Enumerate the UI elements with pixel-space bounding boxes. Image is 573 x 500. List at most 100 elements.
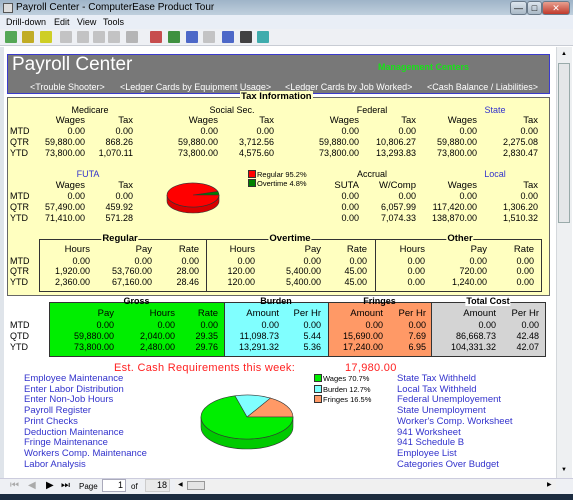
report-icon[interactable] bbox=[150, 31, 162, 43]
row-label-mtd: MTD bbox=[10, 320, 30, 330]
accrual-value: 7,074.33 bbox=[380, 213, 416, 223]
grid-icon[interactable] bbox=[168, 31, 180, 43]
edit-icon[interactable] bbox=[108, 31, 120, 43]
overtime-value: 0.00 bbox=[349, 256, 367, 266]
other-col-header: Rate bbox=[513, 244, 534, 255]
find-icon[interactable] bbox=[77, 31, 89, 43]
scroll-up-icon[interactable]: ▲ bbox=[561, 51, 567, 57]
link-941-schedule-b[interactable]: 941 Schedule B bbox=[397, 437, 464, 448]
local-value: 1,510.32 bbox=[502, 213, 538, 223]
close-button[interactable]: ✕ bbox=[542, 1, 570, 15]
overtime-value: 45.00 bbox=[344, 277, 367, 287]
scroll-down-icon[interactable]: ▼ bbox=[561, 467, 567, 473]
total-col-header: Per Hr bbox=[511, 308, 539, 319]
medicare-col-header: Wages bbox=[55, 115, 85, 126]
regular-value: 0.00 bbox=[72, 256, 90, 266]
link-enter-labor-distribution[interactable]: Enter Labor Distribution bbox=[24, 384, 124, 395]
link-categories-over-budget[interactable]: Categories Over Budget bbox=[397, 459, 499, 470]
federal-value: 13,293.83 bbox=[375, 148, 416, 158]
regular-col-header: Rate bbox=[178, 244, 199, 255]
link-state-unemployment[interactable]: State Unemployment bbox=[397, 405, 486, 416]
link-local-tax-withheld[interactable]: Local Tax Withheld bbox=[397, 384, 477, 395]
home-icon[interactable] bbox=[222, 31, 234, 43]
scroll-right-icon[interactable]: ▶ bbox=[547, 481, 552, 488]
link-worker-s-comp-worksheet[interactable]: Worker's Comp. Worksheet bbox=[397, 416, 513, 427]
trouble-shooter-link[interactable]: <Trouble Shooter> bbox=[30, 82, 105, 92]
copy-icon[interactable] bbox=[203, 31, 215, 43]
scrollbar-thumb[interactable] bbox=[558, 63, 570, 223]
burden-value: 0.00 bbox=[261, 320, 279, 330]
row-label-ytd: YTD bbox=[10, 148, 28, 158]
burden-col-header: Per Hr bbox=[293, 308, 321, 319]
drilldown-icon[interactable] bbox=[186, 31, 198, 43]
cash-requirements-label: Est. Cash Requirements this week: bbox=[114, 362, 296, 374]
link-print-checks[interactable]: Print Checks bbox=[24, 416, 78, 427]
page-number-input[interactable]: 1 bbox=[102, 479, 126, 492]
navigate-icon[interactable] bbox=[240, 31, 252, 43]
federal-value: 10,806.27 bbox=[375, 137, 416, 147]
management-centers-link[interactable]: Management Centers bbox=[378, 62, 469, 72]
link-payroll-register[interactable]: Payroll Register bbox=[24, 405, 91, 416]
link-deduction-maintenance[interactable]: Deduction Maintenance bbox=[24, 427, 124, 438]
refresh-icon[interactable] bbox=[5, 31, 17, 43]
column-divider bbox=[206, 239, 207, 292]
row-label-ytd: YTD bbox=[10, 213, 28, 223]
total-value: 104,331.32 bbox=[450, 342, 496, 352]
link-enter-non-job-hours[interactable]: Enter Non-Job Hours bbox=[24, 394, 113, 405]
overtime-value: 120.00 bbox=[227, 266, 255, 276]
social-value: 0.00 bbox=[256, 126, 274, 136]
calculator-icon[interactable] bbox=[257, 31, 269, 43]
menu-drill-down[interactable]: Drill-down bbox=[6, 17, 46, 27]
state-value: 59,880.00 bbox=[436, 137, 477, 147]
futa-col-header: Tax bbox=[118, 180, 133, 191]
other-value: 0.00 bbox=[407, 266, 425, 276]
burden-value: 13,291.32 bbox=[238, 342, 279, 352]
link-workers-comp-maintenance[interactable]: Workers Comp. Maintenance bbox=[24, 448, 147, 459]
page-total: 18 bbox=[145, 479, 170, 492]
overtime-value: 0.00 bbox=[237, 256, 255, 266]
other-value: 0.00 bbox=[407, 256, 425, 266]
zoom-icon[interactable] bbox=[60, 31, 72, 43]
hscroll-thumb[interactable] bbox=[187, 481, 205, 490]
first-page-icon[interactable]: ⏮ bbox=[10, 480, 19, 491]
link-employee-list[interactable]: Employee List bbox=[397, 448, 457, 459]
fringes-value: 15,690.00 bbox=[342, 331, 383, 341]
last-page-icon[interactable]: ⏭ bbox=[61, 480, 70, 491]
social-col-header: Wages bbox=[188, 115, 218, 126]
link-fringe-maintenance[interactable]: Fringe Maintenance bbox=[24, 437, 108, 448]
link-federal-unemployement[interactable]: Federal Unemployement bbox=[397, 394, 501, 405]
horizontal-scrollbar[interactable]: ◀ ▶ bbox=[175, 480, 556, 491]
export-icon[interactable] bbox=[93, 31, 105, 43]
prev-page-icon[interactable]: ◀ bbox=[28, 480, 36, 491]
other-value: 0.00 bbox=[516, 277, 534, 287]
regular-value: 53,760.00 bbox=[111, 266, 152, 276]
factory-icon[interactable] bbox=[126, 31, 138, 43]
other-value: 1,240.00 bbox=[451, 277, 487, 287]
fringes-value: 0.00 bbox=[408, 320, 426, 330]
legend-swatch bbox=[314, 374, 322, 382]
futa-col-header: Wages bbox=[55, 180, 85, 191]
menu-edit[interactable]: Edit bbox=[54, 17, 70, 27]
cash-balance-link[interactable]: <Cash Balance / Liabilities> bbox=[427, 82, 538, 92]
minimize-button[interactable]: — bbox=[510, 1, 527, 15]
futa-heading: FUTA bbox=[76, 169, 100, 179]
local-value: 117,420.00 bbox=[432, 202, 477, 212]
medicare-value: 73,800.00 bbox=[44, 148, 85, 158]
link-state-tax-withheld[interactable]: State Tax Withheld bbox=[397, 373, 476, 384]
link-employee-maintenance[interactable]: Employee Maintenance bbox=[24, 373, 123, 384]
next-page-icon[interactable]: ▶ bbox=[46, 480, 54, 491]
link-labor-analysis[interactable]: Labor Analysis bbox=[24, 459, 86, 470]
document-icon[interactable] bbox=[22, 31, 34, 43]
total-value: 42.48 bbox=[516, 331, 539, 341]
menu-tools[interactable]: Tools bbox=[103, 17, 124, 27]
open-tray-icon[interactable] bbox=[40, 31, 52, 43]
gross-value: 59,880.00 bbox=[73, 331, 114, 341]
row-label-qtr: QTR bbox=[10, 137, 29, 147]
maximize-button[interactable]: □ bbox=[527, 1, 542, 15]
link-941-worksheet[interactable]: 941 Worksheet bbox=[397, 427, 461, 438]
social-col-header: Tax bbox=[259, 115, 274, 126]
menu-view[interactable]: View bbox=[77, 17, 96, 27]
social-value: 0.00 bbox=[200, 126, 218, 136]
scroll-left-icon[interactable]: ◀ bbox=[178, 481, 183, 488]
pay-pie-legend-item: Regular 95.2% bbox=[248, 170, 307, 179]
